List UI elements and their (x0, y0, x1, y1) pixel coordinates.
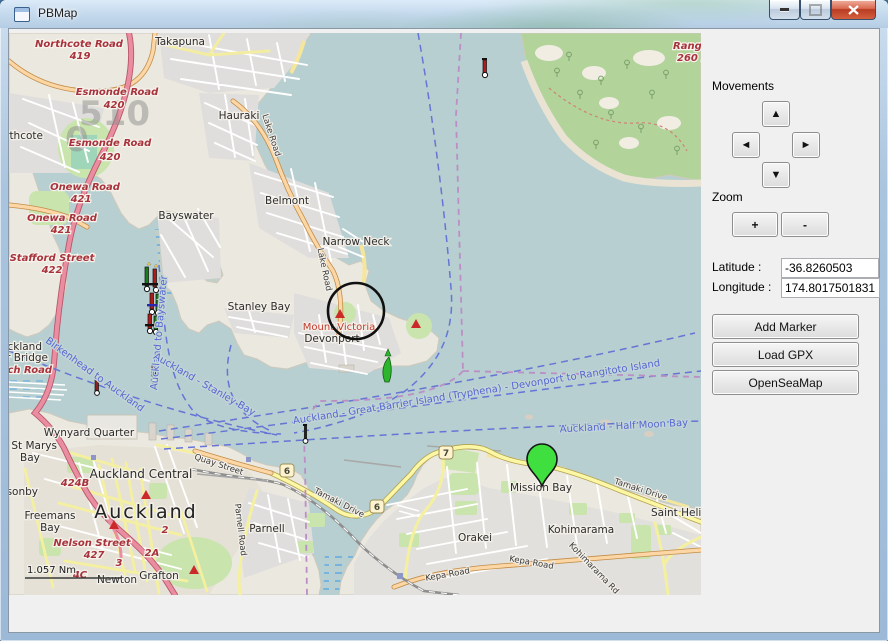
label-freemans-bay: Bay (40, 522, 60, 534)
client-area: 510 0 Takapuna Northcote Road 419 Esmond… (8, 28, 880, 633)
titlebar[interactable]: PBMap (0, 0, 888, 28)
label-ref421-1: 421 (70, 194, 92, 205)
map-svg[interactable]: 510 0 Takapuna Northcote Road 419 Esmond… (9, 33, 701, 595)
scale-label: 1.057 Nm (27, 565, 76, 576)
maximize-icon (809, 4, 822, 16)
label-wynyard-quarter: Wynyard Quarter (44, 427, 135, 439)
load-gpx-button[interactable]: Load GPX (712, 342, 859, 367)
label-ref419: 419 (69, 51, 91, 62)
label-harbour-bridge-2: Harbour Bridge (9, 352, 48, 364)
label-auckland: Auckland (94, 501, 198, 523)
label-ref2: 2 (162, 525, 169, 536)
label-esmonde-road-1: Esmonde Road (76, 87, 159, 98)
zoom-in-button[interactable]: + (732, 212, 778, 237)
label-belmont: Belmont (265, 195, 309, 207)
shield-6-1: 6 (284, 467, 290, 477)
label-nelson-street: Nelson Street (53, 538, 131, 549)
label-stanley-bay: Stanley Bay (228, 301, 291, 313)
label-kohimarama: Kohimarama (548, 524, 614, 536)
openseamap-button[interactable]: OpenSeaMap (712, 370, 859, 395)
move-up-button[interactable]: ▲ (762, 101, 790, 127)
label-esmonde-road-2: Esmonde Road (69, 138, 152, 149)
label-ref424b: 424B (60, 478, 90, 489)
label-ponsonby: Ponsonby (9, 486, 38, 498)
label-onewa-road-1: Onewa Road (50, 182, 121, 193)
label-orakei: Orakei (458, 532, 492, 544)
longitude-input[interactable] (781, 278, 880, 298)
label-newton: Newton (97, 574, 137, 586)
control-panel: Movements ▲ ◄ ► ▼ Zoom + - Latitude : Lo… (701, 29, 879, 632)
label-mount-victoria: Mount Victoria (303, 322, 375, 333)
minimize-button[interactable] (769, 0, 800, 20)
label-ref421-2: 421 (50, 225, 72, 236)
label-freemans: Freemans (24, 510, 75, 522)
label-narrow-neck: Narrow Neck (322, 236, 390, 248)
close-icon (848, 5, 859, 15)
pbmap-window: PBMap (0, 0, 888, 641)
label-auckland-central: Auckland Central (90, 467, 193, 481)
label-saint-heliers: Saint Heliers (651, 507, 701, 519)
label-parnell: Parnell (249, 523, 284, 535)
app-icon (14, 7, 30, 22)
movements-label: Movements (712, 79, 774, 93)
label-ref3: 3 (116, 558, 123, 569)
window-title: PBMap (38, 6, 77, 20)
maximize-button[interactable] (800, 0, 831, 20)
shield-6-2: 6 (374, 503, 380, 513)
zoom-label: Zoom (712, 190, 743, 204)
map-canvas[interactable]: 510 0 Takapuna Northcote Road 419 Esmond… (9, 33, 701, 595)
label-onewa-road-2: Onewa Road (27, 213, 98, 224)
latitude-label: Latitude : (712, 260, 761, 274)
caption-buttons (769, 0, 876, 20)
move-down-button[interactable]: ▼ (762, 162, 790, 188)
move-left-button[interactable]: ◄ (732, 132, 760, 158)
label-ref427: 427 (83, 550, 105, 561)
label-st-marys: St Marys (11, 440, 57, 452)
label-northcote-road: Northcote Road (35, 39, 124, 50)
label-hauraki: Hauraki (219, 110, 260, 122)
label-st-marys-bay: Bay (20, 452, 40, 464)
latitude-input[interactable] (781, 258, 879, 278)
zoom-out-button[interactable]: - (781, 212, 829, 237)
label-stafford-street: Stafford Street (10, 253, 96, 264)
label-grafton: Grafton (139, 570, 179, 582)
beacon-red-north (482, 58, 488, 78)
shield-7: 7 (443, 449, 449, 459)
label-ref2a: 2A (145, 548, 160, 559)
label-rangitoto: Rangitoto (673, 41, 701, 52)
label-ref420-1: 420 (103, 100, 125, 111)
label-takapuna: Takapuna (154, 36, 205, 48)
longitude-label: Longitude : (712, 280, 771, 294)
label-rangitoto-elev: 260 m (677, 53, 701, 64)
label-ref420-2: 420 (99, 152, 121, 163)
close-button[interactable] (831, 0, 876, 20)
label-northcote: Northcote (9, 130, 43, 142)
minimize-icon (780, 8, 789, 11)
label-beach-road: Beach Road (9, 365, 53, 376)
add-marker-button[interactable]: Add Marker (712, 314, 859, 339)
label-ref422: 422 (41, 265, 63, 276)
label-bayswater: Bayswater (158, 210, 214, 222)
move-right-button[interactable]: ► (792, 132, 820, 158)
